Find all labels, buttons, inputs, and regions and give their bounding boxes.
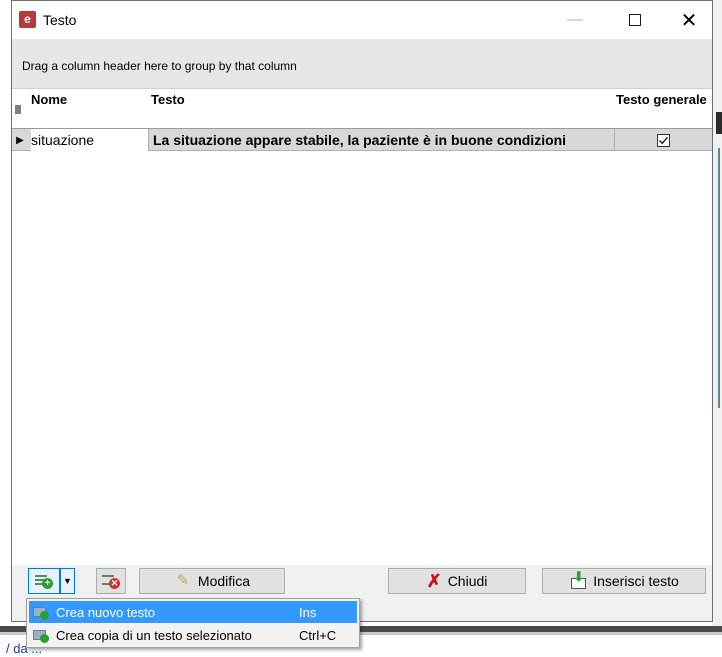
background-decoration bbox=[718, 148, 720, 408]
close-icon: ✕ bbox=[680, 9, 698, 32]
minimize-button[interactable]: — bbox=[552, 1, 598, 39]
delete-text-icon: ✕ bbox=[102, 573, 120, 589]
column-header-nome[interactable]: Nome bbox=[31, 89, 146, 129]
row-indicator-icon: ▶ bbox=[16, 134, 24, 146]
maximize-button[interactable] bbox=[612, 1, 658, 39]
app-icon: e bbox=[19, 11, 36, 28]
inserisci-label: Inserisci testo bbox=[593, 573, 679, 589]
group-by-hint: Drag a column header here to group by th… bbox=[22, 59, 297, 73]
title-bar[interactable]: e Testo — ✕ bbox=[12, 1, 712, 39]
chiudi-button[interactable]: ✗ Chiudi bbox=[388, 568, 526, 594]
cell-nome[interactable]: situazione bbox=[31, 129, 148, 151]
delete-text-button[interactable]: ✕ bbox=[96, 568, 126, 594]
maximize-icon bbox=[629, 14, 641, 26]
menu-item-shortcut: Ins bbox=[299, 604, 317, 620]
add-text-dropdown-button[interactable]: ▼ bbox=[60, 568, 75, 594]
close-button[interactable]: ✕ bbox=[666, 1, 712, 39]
table-row[interactable]: ▶ situazione La situazione appare stabil… bbox=[12, 129, 712, 151]
background-app-strip bbox=[712, 0, 722, 657]
column-header-testo[interactable]: Testo bbox=[151, 89, 611, 129]
testo-dialog: e Testo — ✕ Drag a column header here to… bbox=[11, 0, 713, 622]
grid-header: Nome Testo Testo generale bbox=[12, 89, 712, 129]
cell-testo-generale[interactable] bbox=[614, 129, 712, 151]
menu-item-crea-nuovo-testo[interactable]: Crea nuovo testo Ins bbox=[29, 601, 357, 623]
add-text-icon: + bbox=[35, 573, 53, 589]
modifica-label: Modifica bbox=[197, 573, 251, 589]
modifica-button[interactable]: ✎ Modifica bbox=[139, 568, 285, 594]
menu-item-shortcut: Ctrl+C bbox=[299, 627, 337, 643]
check-icon bbox=[659, 136, 669, 144]
add-text-dropdown-menu: Crea nuovo testo Ins Crea copia di un te… bbox=[26, 598, 360, 648]
insert-text-icon: ⬇ bbox=[569, 570, 587, 589]
testo-generale-checkbox[interactable] bbox=[657, 133, 670, 147]
inserisci-testo-button[interactable]: ⬇ Inserisci testo bbox=[542, 568, 706, 594]
chevron-down-icon: ▼ bbox=[63, 576, 72, 586]
menu-item-label: Crea nuovo testo bbox=[56, 604, 156, 620]
window-title: Testo bbox=[43, 12, 77, 28]
column-header-testo-generale[interactable]: Testo generale bbox=[616, 89, 712, 129]
text-grid[interactable]: Nome Testo Testo generale ▶ situazione L… bbox=[12, 89, 712, 565]
new-text-icon bbox=[32, 604, 50, 620]
menu-item-crea-copia[interactable]: Crea copia di un testo selezionato Ctrl+… bbox=[29, 624, 357, 646]
close-x-icon: ✗ bbox=[426, 571, 442, 591]
menu-item-label: Crea copia di un testo selezionato bbox=[56, 627, 252, 643]
column-chooser-icon bbox=[15, 105, 21, 114]
background-decoration bbox=[716, 112, 722, 134]
edit-icon: ✎ bbox=[176, 572, 190, 589]
cell-testo[interactable]: La situazione appare stabile, la pazient… bbox=[148, 129, 614, 151]
group-by-panel[interactable]: Drag a column header here to group by th… bbox=[12, 39, 712, 89]
add-text-button[interactable]: + bbox=[28, 568, 60, 594]
chiudi-label: Chiudi bbox=[447, 573, 488, 589]
minimize-icon: — bbox=[567, 11, 583, 28]
column-chooser-handle[interactable] bbox=[12, 89, 28, 129]
copy-text-icon bbox=[32, 627, 50, 643]
